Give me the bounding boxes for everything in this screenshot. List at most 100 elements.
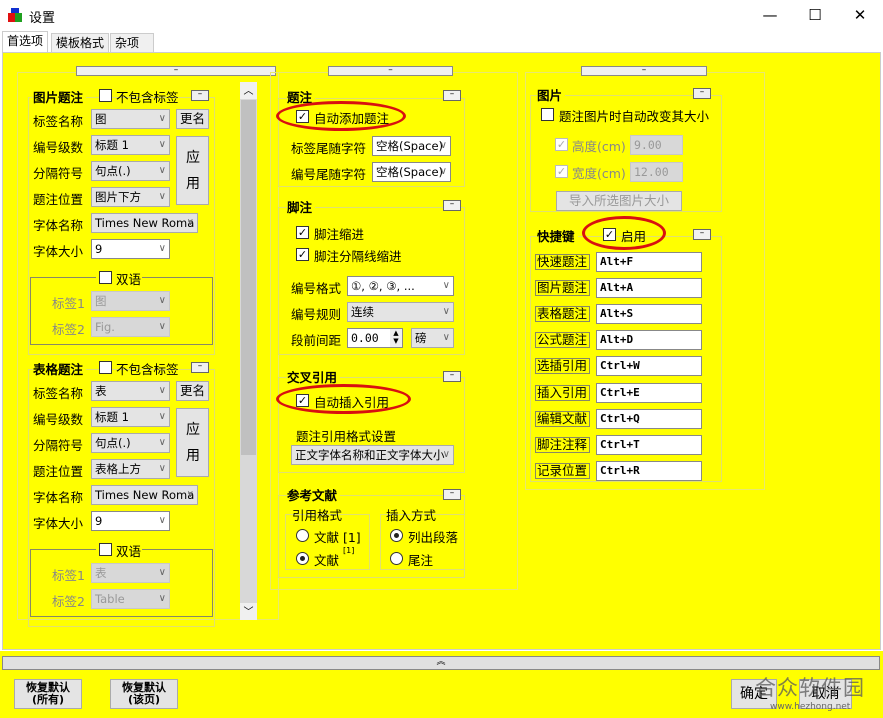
- fig_caption-apply-button[interactable]: 应用: [176, 136, 209, 205]
- minimize-button[interactable]: —: [748, 3, 792, 27]
- tbl_caption-label-name-select[interactable]: 表 ∨: [91, 381, 170, 401]
- shortcut-label-button[interactable]: 图片题注: [535, 280, 590, 297]
- cite-format-opt2-sup: [1]: [343, 546, 355, 555]
- shortcut-key-input[interactable]: Ctrl+E: [596, 382, 702, 403]
- title-bar: 设置 — ☐ ✕: [0, 0, 883, 31]
- auto-add-caption-checkbox[interactable]: ✓: [296, 110, 309, 123]
- num-trail-select[interactable]: 空格(Space) ∨: [372, 162, 451, 182]
- window-title: 设置: [29, 11, 56, 26]
- label-trail-select[interactable]: 空格(Space) ∨: [372, 136, 451, 156]
- width-checkbox: ✓: [555, 165, 568, 178]
- crossref-collapse-button[interactable]: –: [443, 371, 461, 382]
- tbl_caption-font-size-select[interactable]: 9 ∨: [91, 511, 170, 531]
- fig_caption-collapse-button[interactable]: –: [191, 90, 209, 101]
- collapse-bar-middle[interactable]: –: [328, 66, 453, 76]
- ref-format-select[interactable]: 正文字体名称和正文字体大小 ∨: [291, 445, 454, 465]
- shortcut-key-input[interactable]: Alt+F: [596, 252, 702, 272]
- shortcut-label-button[interactable]: 脚注注释: [535, 436, 590, 453]
- shortcut-key-input[interactable]: Ctrl+W: [596, 356, 702, 377]
- shortcuts-collapse-button[interactable]: –: [693, 229, 711, 240]
- shortcut-key-input[interactable]: Ctrl+Q: [596, 408, 702, 429]
- caption-collapse-button[interactable]: –: [443, 90, 461, 101]
- footnote-collapse-button[interactable]: –: [443, 200, 461, 211]
- fig_caption-font-name-select[interactable]: Times New Roma ∨: [91, 213, 198, 233]
- num-format-label: 编号格式: [291, 281, 342, 296]
- tbl_caption-title: 表格题注: [33, 359, 87, 378]
- shortcut-key-input[interactable]: Alt+A: [596, 278, 702, 299]
- picture-collapse-button[interactable]: –: [693, 88, 711, 99]
- tbl_caption-bilingual-checkbox[interactable]: [99, 543, 112, 556]
- shortcut-label-button[interactable]: 插入引用: [535, 384, 590, 401]
- space-before-label: 段前间距: [291, 333, 342, 348]
- collapse-bar-left[interactable]: –: [76, 66, 276, 76]
- scroll-down-icon[interactable]: ﹀: [240, 603, 257, 620]
- maximize-button[interactable]: ☐: [793, 3, 837, 27]
- restore-page-button[interactable]: 恢复默认 (该页): [110, 679, 178, 709]
- fig_caption-rename-button[interactable]: 更名: [176, 109, 209, 129]
- shortcut-key-input[interactable]: Alt+S: [596, 304, 702, 325]
- shortcut-label-button[interactable]: 记录位置: [535, 462, 590, 479]
- shortcut-label-button[interactable]: 表格题注: [535, 306, 590, 323]
- tbl_caption-apply-button[interactable]: 应用: [176, 408, 209, 477]
- footnote-sep-indent-checkbox[interactable]: ✓: [296, 248, 309, 261]
- fig_caption-exclude-checkbox[interactable]: [99, 89, 112, 102]
- tab-preferences[interactable]: 首选项: [2, 31, 49, 53]
- scroll-thumb[interactable]: [241, 100, 256, 455]
- auto-resize-checkbox[interactable]: [541, 108, 554, 121]
- shortcut-label-button[interactable]: 选插引用: [535, 358, 590, 375]
- ref-format-label: 题注引用格式设置: [296, 429, 397, 444]
- fig_caption-separator-select-value: 句点(.): [95, 164, 131, 178]
- refs-title: 参考文献: [287, 485, 341, 504]
- shortcut-key-input[interactable]: Ctrl+R: [596, 460, 702, 481]
- shortcut-key-input[interactable]: Alt+D: [596, 330, 702, 351]
- unit-select[interactable]: 磅 ∨: [411, 328, 454, 348]
- enable-shortcuts-checkbox[interactable]: ✓: [603, 228, 616, 241]
- insert-mode-radio-1[interactable]: [390, 529, 403, 542]
- tbl_caption-position-select[interactable]: 表格上方 ∨: [91, 459, 170, 479]
- fig_caption-level-label: 编号级数: [33, 140, 84, 155]
- insert-mode-radio-2[interactable]: [390, 552, 403, 565]
- refs-collapse-button[interactable]: –: [443, 489, 461, 500]
- restore-all-button[interactable]: 恢复默认 (所有): [14, 679, 82, 709]
- tab-template-format[interactable]: 模板格式: [51, 33, 110, 53]
- shortcut-label-button[interactable]: 编辑文献: [535, 410, 590, 427]
- watermark-logo: 合众软件园: [755, 676, 865, 700]
- cite-format-opt2: 文献: [314, 553, 340, 568]
- spinner-arrows-icon[interactable]: ▲ ▼: [390, 329, 402, 347]
- expand-bar[interactable]: ︽: [2, 656, 880, 670]
- num-format-select[interactable]: ①, ②, ③, ... ∨: [347, 276, 454, 296]
- num-rule-select[interactable]: 连续 ∨: [347, 302, 454, 322]
- collapse-bar-right[interactable]: –: [581, 66, 707, 76]
- fig_caption-separator-select[interactable]: 句点(.) ∨: [91, 161, 170, 181]
- footnote-indent-checkbox[interactable]: ✓: [296, 226, 309, 239]
- scroll-up-icon[interactable]: ︿: [240, 82, 257, 99]
- fig_caption-level-select[interactable]: 标题 1 ∨: [91, 135, 170, 155]
- cite-format-radio-1[interactable]: [296, 529, 309, 542]
- close-button[interactable]: ✕: [838, 3, 882, 27]
- tbl_caption-label2-select[interactable]: Table ∨: [91, 589, 170, 609]
- tbl_caption-collapse-button[interactable]: –: [191, 362, 209, 373]
- enable-shortcuts-label: 启用: [621, 229, 647, 244]
- fig_caption-font-size-select[interactable]: 9 ∨: [91, 239, 170, 259]
- shortcut-label-button[interactable]: 公式题注: [535, 332, 590, 349]
- shortcut-label-button[interactable]: 快速题注: [535, 254, 590, 270]
- cite-format-radio-2[interactable]: [296, 552, 309, 565]
- shortcut-key-input[interactable]: Ctrl+T: [596, 434, 702, 455]
- fig_caption-label-name-select[interactable]: 图 ∨: [91, 109, 170, 129]
- tab-misc[interactable]: 杂项: [110, 33, 154, 53]
- tbl_caption-font-name-select[interactable]: Times New Roma ∨: [91, 485, 198, 505]
- num-rule-label: 编号规则: [291, 307, 342, 322]
- fig_caption-label1-select[interactable]: 图 ∨: [91, 291, 170, 311]
- auto-insert-ref-checkbox[interactable]: ✓: [296, 394, 309, 407]
- fig_caption-bilingual-checkbox[interactable]: [99, 271, 112, 284]
- tbl_caption-rename-button[interactable]: 更名: [176, 381, 209, 401]
- tbl_caption-separator-select[interactable]: 句点(.) ∨: [91, 433, 170, 453]
- fig_caption-position-select[interactable]: 图片下方 ∨: [91, 187, 170, 207]
- fig_caption-label2-select[interactable]: Fig. ∨: [91, 317, 170, 337]
- footnote-title: 脚注: [287, 197, 316, 216]
- tbl_caption-exclude-checkbox[interactable]: [99, 361, 112, 374]
- chevron-down-icon: ∨: [158, 411, 166, 422]
- chevron-down-icon: ∨: [442, 332, 450, 343]
- tbl_caption-level-select[interactable]: 标题 1 ∨: [91, 407, 170, 427]
- tbl_caption-label1-select[interactable]: 表 ∨: [91, 563, 170, 583]
